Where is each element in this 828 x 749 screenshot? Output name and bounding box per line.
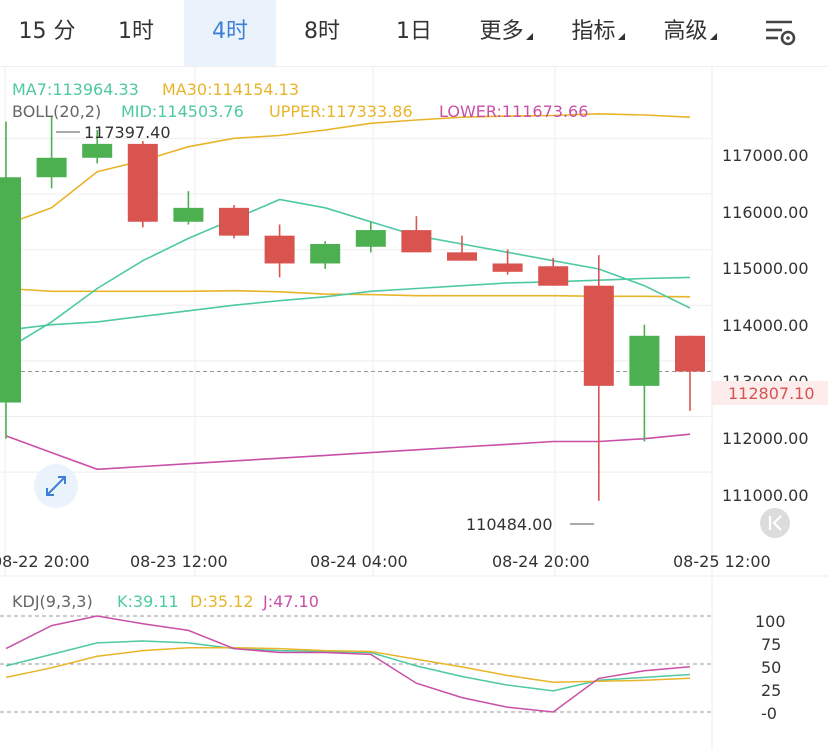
price-tick-label: 115000.00 <box>722 259 809 278</box>
candle-body <box>127 143 158 222</box>
kdj-lines <box>0 615 712 713</box>
high-price-label: 117397.40 <box>84 123 171 142</box>
tab-4h[interactable]: 4时 <box>184 0 276 66</box>
price-tick-label: 116000.00 <box>722 203 809 222</box>
tab-label: 15 分 <box>18 19 76 44</box>
candle-body <box>264 235 295 264</box>
legend-mid: MID:114503.76 <box>121 102 244 121</box>
candle-body <box>82 143 113 158</box>
price-tick-label: 111000.00 <box>722 486 809 505</box>
legend-k: K:39.11 <box>117 592 179 611</box>
time-tick-label: 08-25 12:00 <box>673 552 771 571</box>
dropdown-triangle-icon <box>617 33 625 40</box>
legend-upper: UPPER:117333.86 <box>269 102 413 121</box>
scroll-to-latest-button[interactable] <box>760 508 790 538</box>
low-price-label: 110484.00 <box>466 515 553 534</box>
candle-body <box>0 177 21 403</box>
candle-body <box>629 335 660 386</box>
kdj-tick-label: 75 <box>761 635 781 654</box>
tab-label: 1日 <box>396 19 432 44</box>
legend-kdj: KDJ(9,3,3) <box>12 592 93 611</box>
legend-ma7: MA7:113964.33 <box>12 80 139 99</box>
price-tick-label: 114000.00 <box>722 316 809 335</box>
kdj-tick-label: 25 <box>761 681 781 700</box>
kdj-k-line <box>5 640 691 692</box>
tab-label: 高级 <box>663 19 708 44</box>
legend-d: D:35.12 <box>190 592 254 611</box>
tab-indicators[interactable]: 指标 <box>552 0 644 66</box>
expand-fullscreen-button[interactable] <box>34 464 78 508</box>
tab-label: 更多 <box>479 19 524 44</box>
tab-label: 指标 <box>571 19 616 44</box>
tab-more[interactable]: 更多 <box>460 0 552 66</box>
time-tick-label: 08-22 20:00 <box>0 552 90 571</box>
candlesticks <box>0 116 705 501</box>
price-tick-label: 112000.00 <box>722 429 809 448</box>
tab-advanced[interactable]: 高级 <box>644 0 736 66</box>
dropdown-triangle-icon <box>709 33 717 40</box>
price-tick-label: 117000.00 <box>722 146 809 165</box>
candle-body <box>538 266 569 286</box>
time-tick-label: 08-23 12:00 <box>130 552 228 571</box>
candle-body <box>355 230 386 247</box>
tab-label: 8时 <box>304 19 340 44</box>
legend-j: J:47.10 <box>262 592 319 611</box>
boll_lower-line <box>5 433 691 471</box>
timeframe-tabbar: 15 分 1时 4时 8时 1日 更多 指标 高级 <box>0 0 828 67</box>
current-price-label: 112807.10 <box>728 384 815 403</box>
chart-grid <box>0 66 828 749</box>
tab-1h[interactable]: 1时 <box>90 0 182 66</box>
price-chart: MA7:113964.33 MA30:114154.13 BOLL(20,2) … <box>0 66 828 749</box>
candle-body <box>36 157 67 178</box>
time-tick-label: 08-24 20:00 <box>492 552 590 571</box>
tab-label: 1时 <box>118 19 154 44</box>
kdj-tick-label: -0 <box>761 704 777 723</box>
dropdown-triangle-icon <box>525 33 533 40</box>
candle-body <box>675 335 705 372</box>
candle-body <box>310 244 341 264</box>
candle-body <box>219 207 249 236</box>
candle-body <box>447 252 477 261</box>
candle-body <box>173 207 204 222</box>
tab-15m[interactable]: 15 分 <box>4 0 90 66</box>
time-tick-label: 08-24 04:00 <box>310 552 408 571</box>
tab-1d[interactable]: 1日 <box>368 0 460 66</box>
candle-body <box>401 230 432 253</box>
candle-body <box>492 263 523 272</box>
legend-ma30: MA30:114154.13 <box>162 80 299 99</box>
chart-settings-icon[interactable] <box>760 16 800 50</box>
legend-lower: LOWER:111673.66 <box>439 102 588 121</box>
kdj-tick-label: 100 <box>755 612 786 631</box>
tab-8h[interactable]: 8时 <box>276 0 368 66</box>
tab-label: 4时 <box>212 19 248 44</box>
candle-body <box>583 285 614 386</box>
kdj-tick-label: 50 <box>761 658 781 677</box>
legend-boll: BOLL(20,2) <box>12 102 101 121</box>
